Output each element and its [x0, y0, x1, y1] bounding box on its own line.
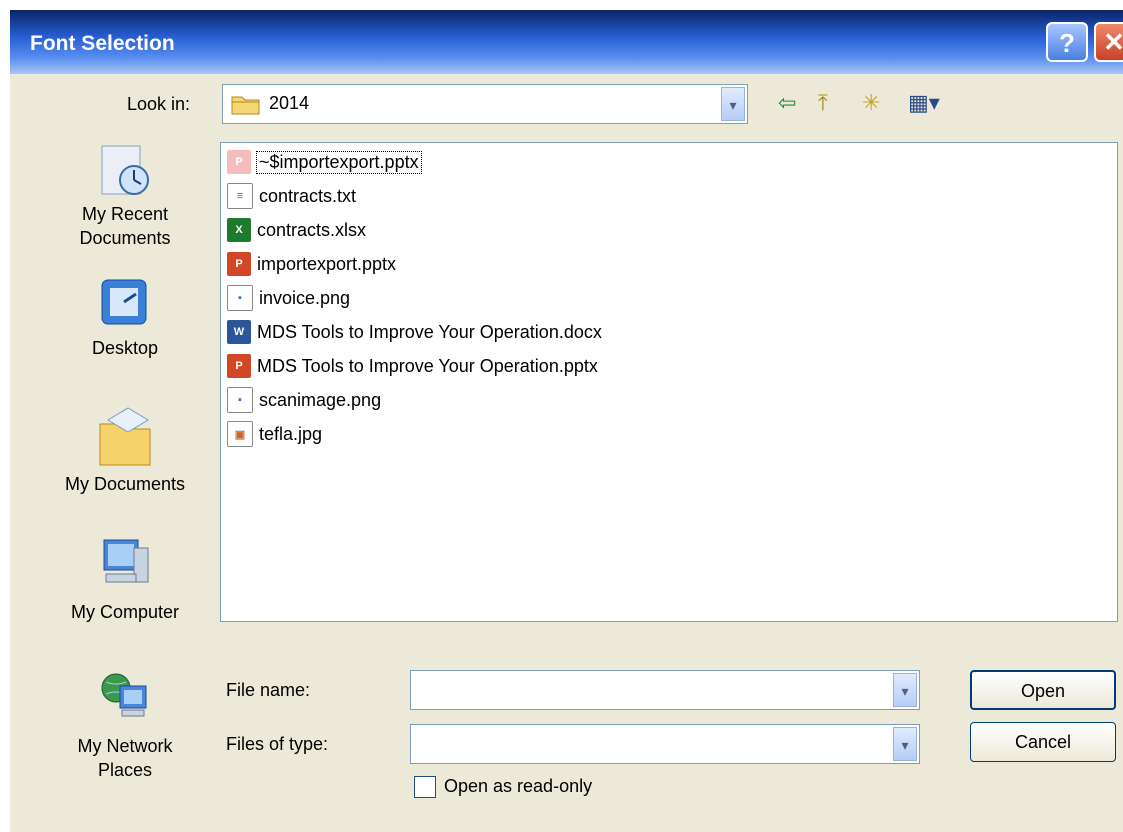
title-bar: Font Selection ? ✕ — [10, 10, 1123, 74]
place-desktop[interactable]: Desktop — [50, 274, 200, 360]
jpg-file-icon: ▣ — [227, 421, 253, 447]
chevron-down-icon[interactable]: ▾ — [893, 673, 917, 707]
close-button[interactable]: ✕ — [1094, 22, 1123, 62]
image-file-icon: ▪ — [227, 285, 253, 311]
window-title: Font Selection — [30, 32, 175, 55]
network-globe-icon — [94, 664, 156, 734]
place-my-recent-documents[interactable]: My Recent Documents — [50, 140, 200, 250]
list-item[interactable]: ▪ scanimage.png — [227, 385, 381, 415]
place-label: Documents — [79, 228, 171, 248]
desktop-icon — [94, 274, 156, 336]
powerpoint-file-icon: P — [227, 354, 251, 378]
file-name: ~$importexport.pptx — [256, 150, 422, 174]
new-folder-icon[interactable]: ✳ — [862, 90, 880, 116]
file-list[interactable]: P ~$importexport.pptx ≡ contracts.txt X … — [220, 142, 1118, 622]
recent-documents-icon — [94, 140, 156, 202]
file-name: tefla.jpg — [259, 423, 323, 444]
chevron-down-icon[interactable]: ▾ — [893, 727, 917, 761]
word-file-icon: W — [227, 320, 251, 344]
file-name: contracts.xlsx — [257, 219, 367, 240]
read-only-checkbox[interactable] — [414, 776, 436, 798]
up-folder-icon[interactable]: ⤒ — [818, 90, 828, 116]
place-label: My Recent — [81, 204, 169, 224]
powerpoint-file-icon: P — [227, 252, 251, 276]
folder-icon — [231, 93, 261, 115]
back-icon[interactable]: ⇦ — [778, 90, 796, 116]
open-button[interactable]: Open — [970, 670, 1116, 710]
list-item[interactable]: X contracts.xlsx — [227, 215, 366, 245]
place-label: My Documents — [64, 474, 186, 494]
place-my-computer[interactable]: My Computer — [50, 530, 200, 624]
place-my-documents[interactable]: My Documents — [50, 402, 200, 496]
read-only-label: Open as read-only — [444, 776, 593, 796]
file-name: MDS Tools to Improve Your Operation.docx — [257, 321, 602, 342]
pptx-file-icon: P — [227, 150, 251, 174]
list-item[interactable]: P importexport.pptx — [227, 249, 396, 279]
place-my-network-places[interactable]: My Network Places — [50, 664, 200, 782]
excel-file-icon: X — [227, 218, 251, 242]
views-menu-icon[interactable]: ▦▾ — [908, 90, 940, 116]
image-file-icon: ▪ — [227, 387, 253, 413]
list-item[interactable]: P MDS Tools to Improve Your Operation.pp… — [227, 351, 598, 381]
place-label: My Network — [77, 736, 173, 756]
chevron-down-icon[interactable]: ▾ — [721, 87, 745, 121]
place-label: Places — [97, 760, 153, 780]
look-in-label: Look in: — [127, 94, 191, 114]
look-in-value: 2014 — [269, 93, 310, 113]
look-in-dropdown[interactable]: 2014 ▾ — [222, 84, 748, 124]
help-button[interactable]: ? — [1046, 22, 1088, 62]
files-of-type-label: Files of type: — [226, 734, 329, 754]
file-name: MDS Tools to Improve Your Operation.pptx — [257, 355, 598, 376]
my-computer-icon — [94, 530, 156, 600]
place-label: My Computer — [70, 602, 180, 622]
file-name: importexport.pptx — [257, 253, 397, 274]
cancel-button[interactable]: Cancel — [970, 722, 1116, 762]
file-name-field[interactable]: ▾ — [410, 670, 920, 710]
file-name: contracts.txt — [259, 185, 357, 206]
place-label: Desktop — [91, 338, 159, 358]
list-item[interactable]: W MDS Tools to Improve Your Operation.do… — [227, 317, 602, 347]
list-item[interactable]: ▣ tefla.jpg — [227, 419, 322, 449]
files-of-type-dropdown[interactable]: ▾ — [410, 724, 920, 764]
file-name-label: File name: — [226, 680, 311, 700]
file-name: scanimage.png — [259, 389, 382, 410]
my-documents-icon — [94, 402, 156, 472]
list-item[interactable]: ▪ invoice.png — [227, 283, 350, 313]
text-file-icon: ≡ — [227, 183, 253, 209]
list-item[interactable]: ≡ contracts.txt — [227, 181, 356, 211]
file-name: invoice.png — [259, 287, 351, 308]
list-item[interactable]: P ~$importexport.pptx — [227, 147, 422, 177]
